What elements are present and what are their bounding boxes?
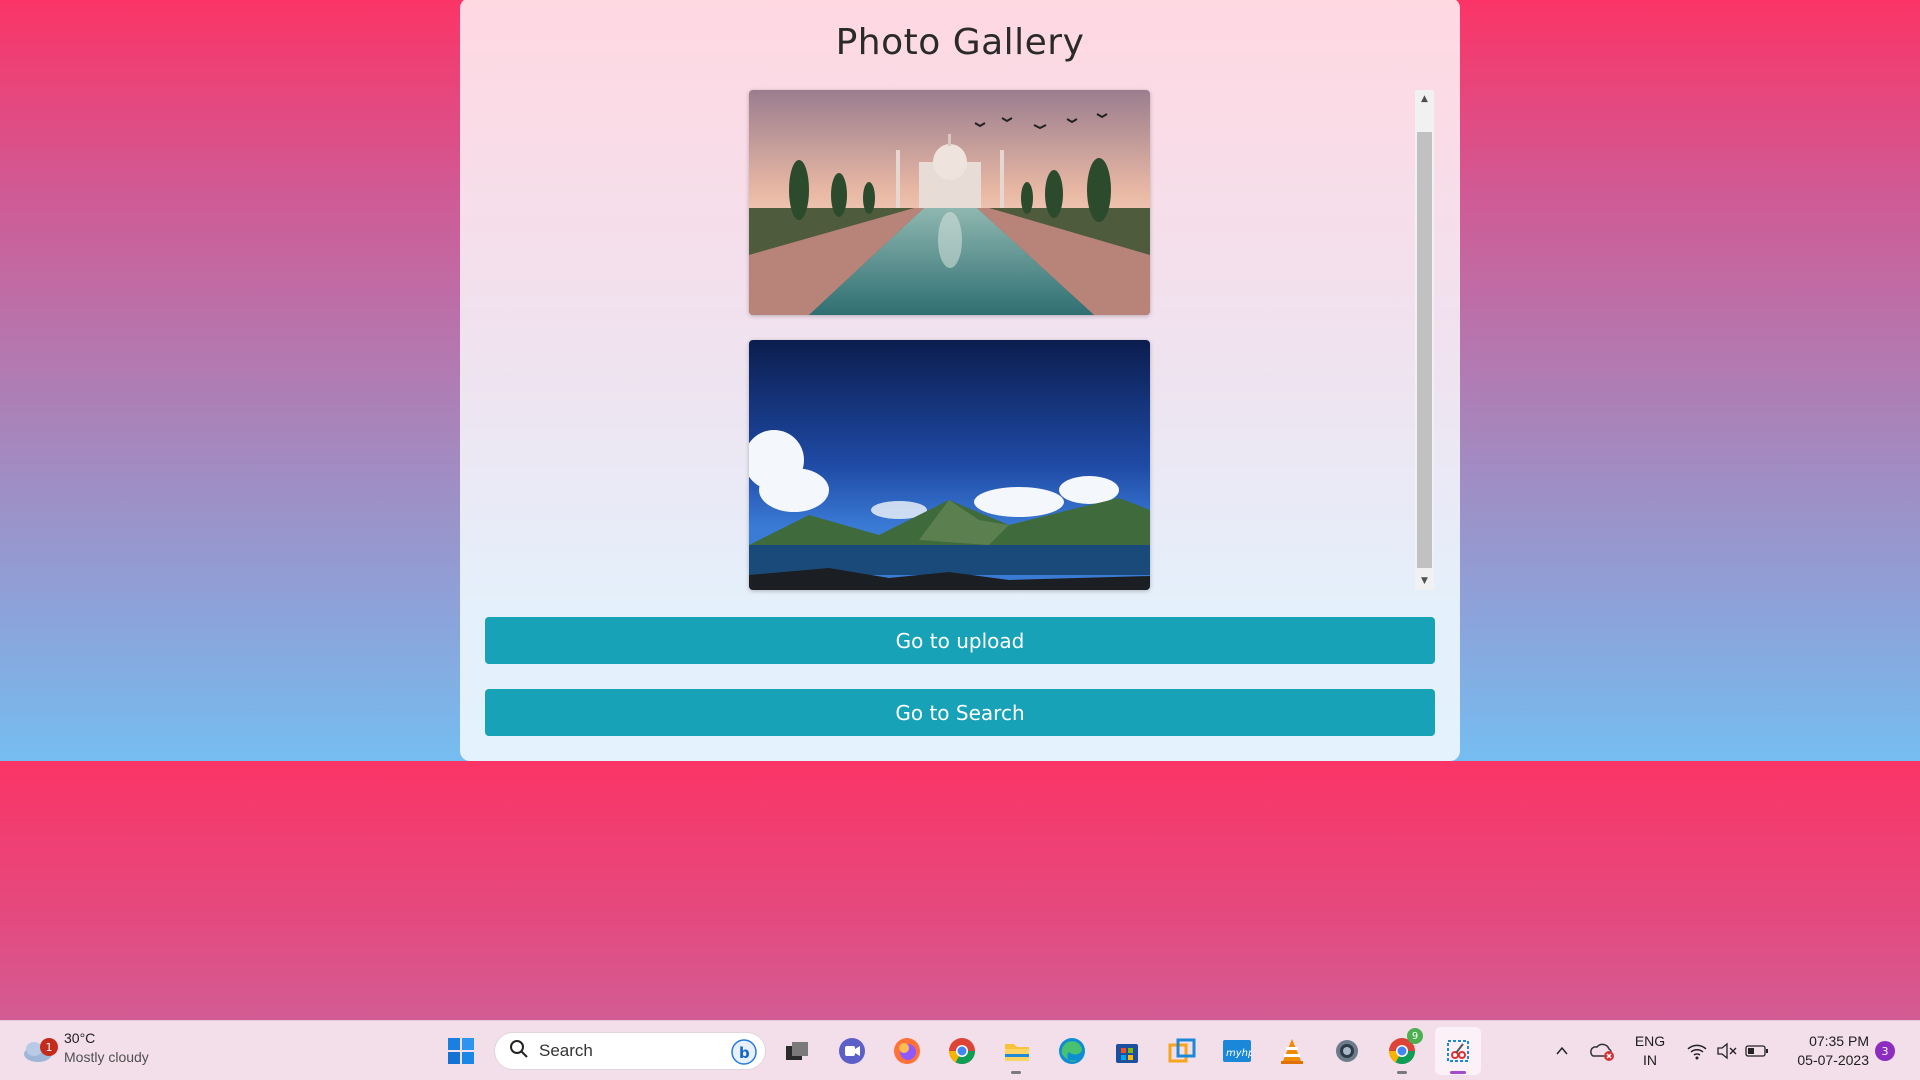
teams-icon[interactable] xyxy=(835,1034,869,1068)
remote-desktop-icon[interactable] xyxy=(1165,1034,1199,1068)
store-icon[interactable] xyxy=(1110,1034,1144,1068)
start-icon[interactable] xyxy=(444,1034,478,1068)
svg-text:b: b xyxy=(739,1044,750,1062)
svg-text:myhp: myhp xyxy=(1226,1048,1252,1059)
battery-icon[interactable] xyxy=(1740,1034,1774,1068)
clock[interactable]: 07:35 PM 05-07-2023 xyxy=(1783,1032,1869,1070)
firefox-icon[interactable] xyxy=(890,1034,924,1068)
mountain-lake-image xyxy=(749,340,1150,590)
wifi-icon[interactable] xyxy=(1680,1034,1714,1068)
chrome-icon[interactable] xyxy=(945,1034,979,1068)
page-title: Photo Gallery xyxy=(835,22,1085,63)
taj-mahal-image xyxy=(749,90,1150,315)
go-to-search-button[interactable]: Go to Search xyxy=(485,689,1435,736)
bing-icon[interactable]: b xyxy=(731,1039,757,1069)
language-indicator[interactable]: ENG IN xyxy=(1630,1032,1670,1070)
photo-scroll-area[interactable] xyxy=(484,90,1429,590)
gallery-scrollbar[interactable]: ▲ ▼ xyxy=(1415,90,1434,590)
cloud-icon: 1 xyxy=(20,1030,58,1066)
scroll-down-arrow-icon[interactable]: ▼ xyxy=(1415,572,1434,590)
weather-temp: 30°C xyxy=(64,1030,96,1046)
volume-muted-icon[interactable] xyxy=(1710,1034,1744,1068)
weather-badge: 1 xyxy=(40,1038,58,1056)
search-placeholder: Search xyxy=(539,1041,593,1060)
desktop-background xyxy=(0,761,1920,1020)
running-indicator xyxy=(1397,1071,1407,1074)
search-icon xyxy=(509,1039,529,1063)
weather-condition: Mostly cloudy xyxy=(64,1049,149,1065)
chrome-profile-icon[interactable]: 9 xyxy=(1385,1028,1423,1068)
taskbar-search[interactable]: Search b xyxy=(494,1032,766,1070)
photo-mountain-lake[interactable] xyxy=(749,340,1150,590)
chrome-badge: 9 xyxy=(1407,1028,1423,1044)
photo-taj-mahal[interactable] xyxy=(749,90,1150,315)
taskbar: 1 30°C Mostly cloudy Search b myhp 9 ENG… xyxy=(0,1020,1920,1080)
running-indicator xyxy=(1011,1071,1021,1074)
notification-badge[interactable]: 3 xyxy=(1875,1041,1895,1061)
scroll-up-arrow-icon[interactable]: ▲ xyxy=(1415,90,1434,108)
scroll-thumb[interactable] xyxy=(1417,132,1432,568)
edge-icon[interactable] xyxy=(1055,1034,1089,1068)
chevron-up-icon[interactable] xyxy=(1545,1034,1579,1068)
go-to-upload-button[interactable]: Go to upload xyxy=(485,617,1435,664)
active-indicator xyxy=(1450,1071,1466,1074)
settings-icon[interactable] xyxy=(1330,1034,1364,1068)
vlc-icon[interactable] xyxy=(1275,1034,1309,1068)
clock-time: 07:35 PM xyxy=(1809,1033,1869,1049)
task-view-icon[interactable] xyxy=(780,1034,814,1068)
onedrive-error-icon[interactable] xyxy=(1585,1034,1619,1068)
snipping-tool-icon[interactable] xyxy=(1441,1034,1475,1068)
weather-widget[interactable]: 1 30°C Mostly cloudy xyxy=(20,1029,149,1067)
myhp-icon[interactable]: myhp xyxy=(1220,1034,1254,1068)
clock-date: 05-07-2023 xyxy=(1797,1052,1869,1068)
gallery-card: Photo Gallery ▲ ▼ Go to upload Go to Sea… xyxy=(460,0,1460,761)
file-explorer-icon[interactable] xyxy=(1000,1034,1034,1068)
